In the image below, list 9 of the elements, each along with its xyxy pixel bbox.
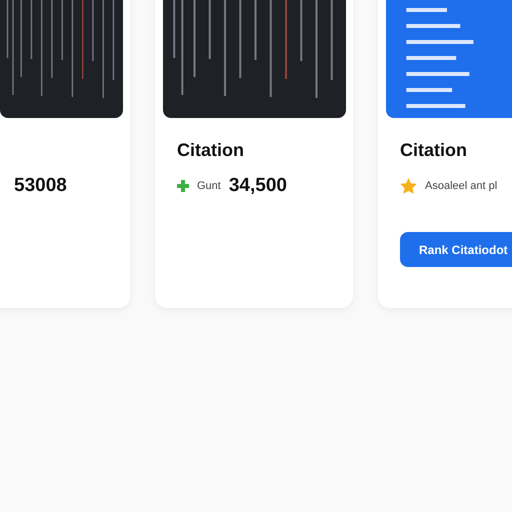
stat-label: Gunt [197, 180, 221, 192]
card-title: Citation [400, 140, 468, 162]
stat-value: 53008 [14, 175, 67, 197]
rank-button[interactable]: Rank Citatiodot [400, 232, 512, 267]
star-icon [400, 178, 417, 194]
stat-value: 34,500 [228, 175, 287, 197]
plus-icon [177, 180, 189, 192]
card-title: Citation [177, 140, 245, 162]
stat-label: Asoaleel ant pl [425, 180, 498, 192]
